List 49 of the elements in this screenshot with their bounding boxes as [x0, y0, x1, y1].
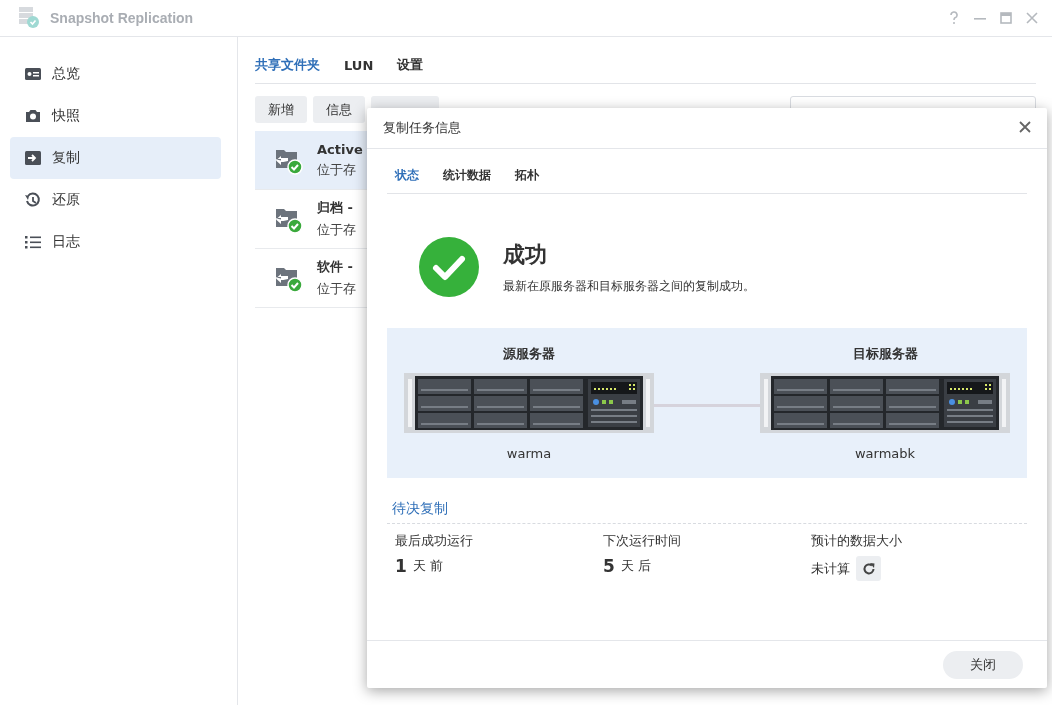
sidebar-item[interactable]: 快照 [10, 95, 221, 137]
success-icon [419, 237, 479, 297]
tab[interactable]: 共享文件夹 [255, 56, 320, 76]
row-title: Active [317, 141, 363, 157]
stat-value: 未计算 [811, 559, 850, 578]
toolbar-button[interactable]: 新增 [255, 96, 307, 123]
maximize-icon[interactable] [1000, 11, 1012, 25]
sidebar-item[interactable]: 日志 [10, 221, 221, 263]
status-message: 最新在原服务器和目标服务器之间的复制成功。 [503, 277, 755, 295]
camera-icon [24, 107, 42, 125]
section-title: 待决复制 [387, 500, 1027, 524]
tab[interactable]: 统计数据 [443, 166, 491, 186]
tab[interactable]: 拓朴 [515, 166, 539, 186]
close-button[interactable]: 关闭 [943, 650, 1023, 679]
server-name: warmabk [854, 446, 916, 461]
sidebar-item[interactable]: 总览 [10, 53, 221, 95]
row-title: 归档 - [317, 199, 354, 217]
refresh-button[interactable] [856, 556, 881, 581]
server-name: warma [506, 446, 552, 461]
close-icon[interactable] [1019, 120, 1031, 133]
toolbar-button[interactable]: 信息 [313, 96, 365, 123]
tab[interactable]: 状态 [395, 166, 419, 186]
stat-unit: 天 前 [412, 557, 443, 575]
help-icon[interactable] [948, 11, 960, 25]
stat-number: 1 [395, 556, 407, 576]
dialog-title: 复制任务信息 [383, 119, 461, 137]
row-subtitle: 位于存 [317, 160, 357, 179]
sidebar-item[interactable]: 复制 [10, 137, 221, 179]
server-label: 源服务器 [503, 345, 555, 363]
tab[interactable]: LUN [344, 57, 374, 75]
stat-label: 预计的数据大小 [811, 532, 903, 550]
row-subtitle: 位于存 [317, 221, 356, 239]
window-title: Snapshot Replication [50, 10, 195, 26]
history-icon [24, 191, 42, 209]
list-icon [24, 233, 42, 251]
row-title: 软件 - [317, 258, 354, 276]
stat-unit: 天 后 [620, 557, 651, 575]
overview-icon [24, 65, 42, 83]
row-subtitle: 位于存 [317, 280, 356, 298]
sidebar-item[interactable]: 还原 [10, 179, 221, 221]
stat-label: 最后成功运行 [395, 532, 474, 550]
stat-label: 下次运行时间 [603, 532, 682, 550]
server-label: 目标服务器 [852, 345, 918, 363]
tab[interactable]: 设置 [397, 56, 424, 76]
status-title: 成功 [503, 240, 548, 269]
refresh-icon [861, 561, 876, 576]
stat-number: 5 [603, 556, 615, 576]
app-logo-icon [16, 4, 40, 29]
replicate-icon [24, 149, 42, 167]
